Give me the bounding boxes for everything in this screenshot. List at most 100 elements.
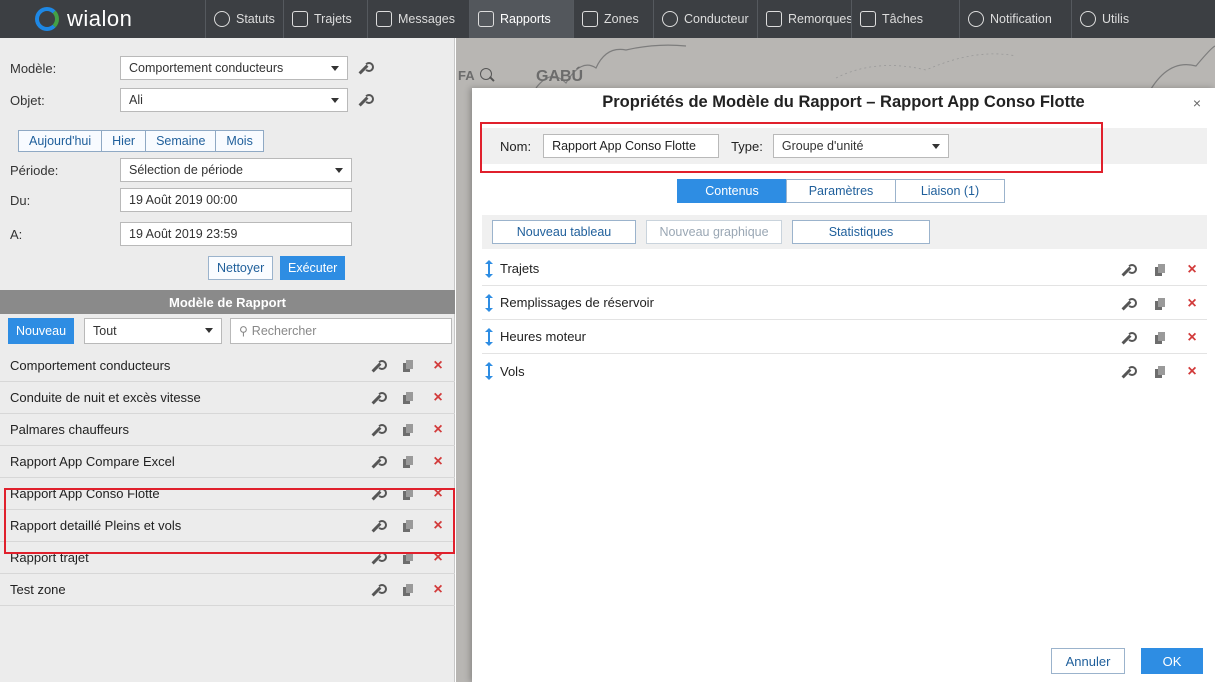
- task-icon: [860, 11, 876, 27]
- table-row[interactable]: Remplissages de réservoir ×: [482, 286, 1207, 320]
- wrench-icon[interactable]: [1119, 262, 1137, 278]
- du-row: Du: 19 Août 2019 00:00: [10, 188, 352, 212]
- a-label: A:: [10, 226, 23, 242]
- list-item[interactable]: Conduite de nuit et excès vitesse ×: [0, 382, 455, 414]
- template-section-title: Modèle de Rapport: [0, 290, 455, 314]
- delete-icon[interactable]: ×: [431, 422, 445, 438]
- delete-icon[interactable]: ×: [1185, 330, 1199, 346]
- list-item[interactable]: Rapport App Compare Excel ×: [0, 446, 455, 478]
- delete-icon[interactable]: ×: [1185, 364, 1199, 380]
- table-row[interactable]: Trajets ×: [482, 252, 1207, 286]
- wrench-icon[interactable]: [1119, 296, 1137, 312]
- top-navbar: wialon Statuts Trajets Messages Rapports…: [0, 0, 1215, 38]
- drag-handle-icon[interactable]: [484, 327, 494, 346]
- du-datetime-input[interactable]: 19 Août 2019 00:00: [120, 188, 352, 212]
- list-item[interactable]: Comportement conducteurs ×: [0, 350, 455, 382]
- map-search-icon[interactable]: [478, 66, 496, 84]
- delete-icon[interactable]: ×: [431, 390, 445, 406]
- nav-remorques[interactable]: Remorques: [757, 0, 851, 38]
- delete-icon[interactable]: ×: [1185, 262, 1199, 278]
- nav-utilisateurs[interactable]: Utilis: [1071, 0, 1143, 38]
- nav-conducteurs[interactable]: Conducteur: [653, 0, 757, 38]
- periode-select[interactable]: Sélection de période: [120, 158, 352, 182]
- drag-handle-icon[interactable]: [484, 259, 494, 278]
- drag-handle-icon[interactable]: [484, 362, 494, 380]
- tab-contenus[interactable]: Contenus: [677, 179, 787, 203]
- copy-icon[interactable]: [401, 583, 415, 597]
- yesterday-button[interactable]: Hier: [101, 130, 147, 152]
- delete-icon[interactable]: ×: [431, 358, 445, 374]
- copy-icon[interactable]: [1153, 297, 1167, 311]
- nav-label: Statuts: [236, 12, 275, 26]
- cancel-button[interactable]: Annuler: [1051, 648, 1125, 674]
- close-icon[interactable]: ×: [1193, 95, 1201, 111]
- du-value: 19 Août 2019 00:00: [129, 193, 238, 207]
- nav-label: Notification: [990, 12, 1052, 26]
- chevron-down-icon: [331, 98, 339, 103]
- copy-icon[interactable]: [401, 455, 415, 469]
- table-row[interactable]: Heures moteur ×: [482, 320, 1207, 354]
- copy-icon[interactable]: [1153, 263, 1167, 277]
- content-table-list: Trajets × Remplissages de réservoir × He…: [482, 252, 1207, 388]
- nav-label: Tâches: [882, 12, 923, 26]
- month-button[interactable]: Mois: [215, 130, 264, 152]
- copy-icon[interactable]: [401, 359, 415, 373]
- delete-icon[interactable]: ×: [1185, 296, 1199, 312]
- list-item[interactable]: Palmares chauffeurs ×: [0, 414, 455, 446]
- wrench-icon[interactable]: [1119, 330, 1137, 346]
- drag-handle-icon[interactable]: [484, 293, 494, 312]
- today-button[interactable]: Aujourd'hui: [18, 130, 103, 152]
- nav-label: Conducteur: [684, 12, 749, 26]
- wrench-icon[interactable]: [369, 358, 387, 374]
- ok-button[interactable]: OK: [1141, 648, 1203, 674]
- map-label-region: GABÚ: [536, 68, 584, 85]
- clear-button[interactable]: Nettoyer: [208, 256, 274, 280]
- execute-button[interactable]: Exécuter: [280, 256, 346, 280]
- nav-notifications[interactable]: Notification: [959, 0, 1071, 38]
- new-table-button[interactable]: Nouveau tableau: [492, 220, 636, 244]
- statistics-button[interactable]: Statistiques: [792, 220, 930, 244]
- copy-icon[interactable]: [401, 423, 415, 437]
- wrench-icon[interactable]: [356, 60, 374, 76]
- periode-row: Période: Sélection de période: [10, 158, 352, 182]
- objet-label: Objet:: [10, 92, 45, 108]
- template-search-input[interactable]: ⚲ Rechercher: [230, 318, 452, 344]
- tab-parametres[interactable]: Paramètres: [786, 179, 896, 203]
- wrench-icon[interactable]: [1119, 364, 1137, 380]
- delete-icon[interactable]: ×: [431, 454, 445, 470]
- search-icon: ⚲: [239, 324, 248, 338]
- zone-icon: [582, 11, 598, 27]
- wrench-icon[interactable]: [369, 422, 387, 438]
- new-template-button[interactable]: Nouveau: [8, 318, 75, 344]
- nav-messages[interactable]: Messages: [367, 0, 469, 38]
- template-filter-select[interactable]: Tout: [84, 318, 222, 344]
- copy-icon[interactable]: [401, 391, 415, 405]
- template-name: Rapport App Compare Excel: [10, 454, 175, 469]
- nav-statuts[interactable]: Statuts: [205, 0, 283, 38]
- nav-rapports[interactable]: Rapports: [469, 0, 573, 38]
- nav-zones[interactable]: Zones: [573, 0, 653, 38]
- wrench-icon[interactable]: [369, 582, 387, 598]
- nav-trajets[interactable]: Trajets: [283, 0, 367, 38]
- week-button[interactable]: Semaine: [145, 130, 217, 152]
- wrench-icon[interactable]: [369, 454, 387, 470]
- du-label: Du:: [10, 192, 31, 208]
- objet-select[interactable]: Ali: [120, 88, 348, 112]
- modele-select[interactable]: Comportement conducteurs: [120, 56, 348, 80]
- wrench-icon[interactable]: [356, 92, 374, 108]
- wialon-logo[interactable]: wialon: [0, 0, 205, 38]
- objet-row: Objet: Ali: [10, 88, 374, 112]
- highlight-box: [4, 488, 455, 554]
- table-row[interactable]: Vols ×: [482, 354, 1207, 388]
- a-datetime-input[interactable]: 19 Août 2019 23:59: [120, 222, 352, 246]
- nav-taches[interactable]: Tâches: [851, 0, 959, 38]
- modele-label: Modèle:: [10, 60, 57, 76]
- list-item[interactable]: Test zone ×: [0, 574, 455, 606]
- wrench-icon[interactable]: [369, 390, 387, 406]
- user-icon: [1080, 11, 1096, 27]
- copy-icon[interactable]: [1153, 331, 1167, 345]
- tab-liaison[interactable]: Liaison (1): [895, 179, 1005, 203]
- periode-label: Période:: [10, 162, 59, 178]
- delete-icon[interactable]: ×: [431, 582, 445, 598]
- copy-icon[interactable]: [1153, 365, 1167, 379]
